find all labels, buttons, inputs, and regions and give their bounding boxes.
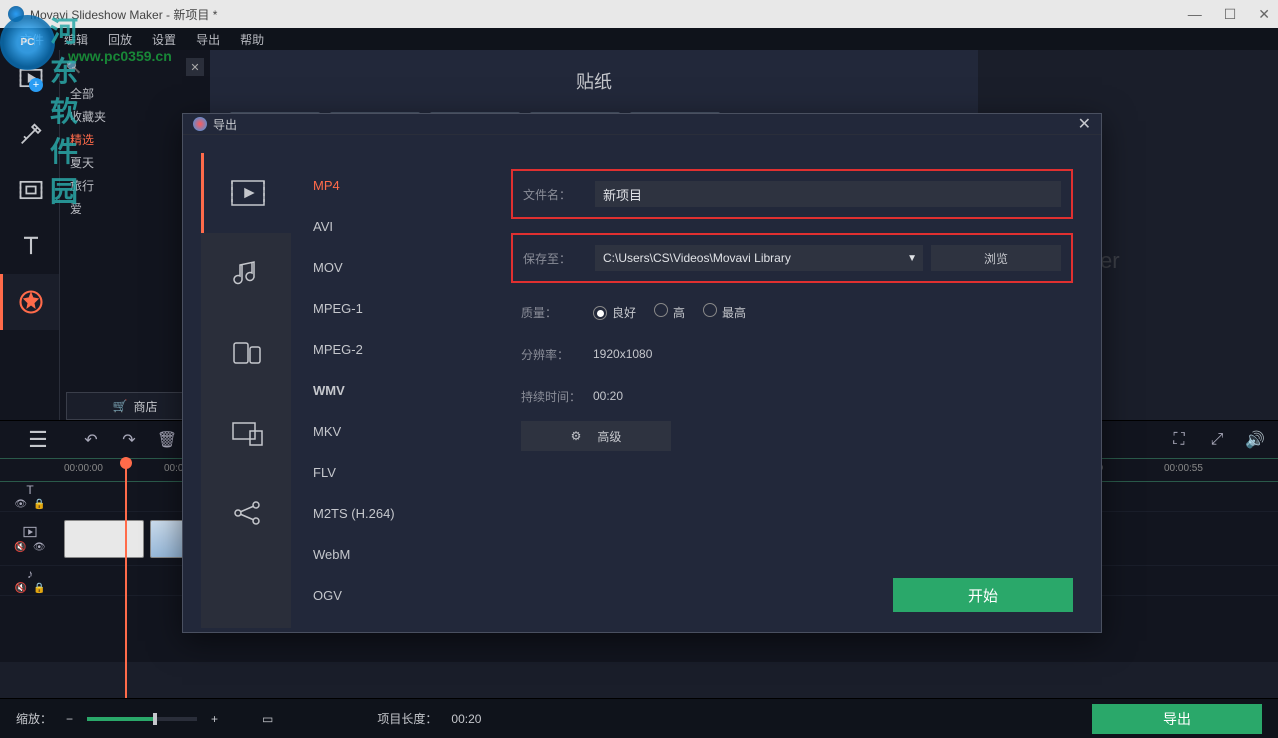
export-button[interactable]: 导出 [1092,704,1262,734]
format-wmv[interactable]: WMV [313,370,469,411]
zoom-in-button[interactable]: + [211,712,218,726]
ruler-tick: 00:00:55 [1164,463,1203,474]
format-mp4[interactable]: MP4 [313,165,469,206]
format-webm[interactable]: WebM [313,534,469,575]
mute-icon[interactable]: 🔇 [15,583,27,594]
window-title: Movavi Slideshow Maker - 新项目 * [30,6,217,23]
quality-good[interactable]: 良好 [593,304,636,321]
menu-settings[interactable]: 设置 [152,31,176,48]
chevron-down-icon: ▼ [907,253,917,264]
format-flv[interactable]: FLV [313,452,469,493]
resolution-value: 1920x1080 [593,347,652,361]
undo-button[interactable]: ↶ [76,425,106,455]
mute-icon[interactable]: 🔇 [14,542,26,553]
saveto-value: C:\Users\CS\Videos\Movavi Library [603,251,791,265]
tool-transitions[interactable] [0,162,59,218]
dialog-logo-icon [193,117,207,131]
advanced-label: 高级 [597,428,621,445]
menu-help[interactable]: 帮助 [240,31,264,48]
export-category-list [201,153,291,628]
track-head-video: 🔇👁 [0,524,60,553]
menu-file[interactable]: 文件 [20,31,44,48]
lock-icon[interactable]: 🔒 [33,499,45,510]
menu-edit[interactable]: 编辑 [64,31,88,48]
export-cat-share[interactable] [201,473,291,553]
saveto-highlight: 保存至： C:\Users\CS\Videos\Movavi Library ▼… [511,233,1073,283]
gear-icon: ⚙ [571,429,582,443]
filename-label: 文件名： [523,186,595,203]
dialog-close-button[interactable]: ✕ [1078,114,1091,134]
tool-stickers[interactable] [0,274,59,330]
ruler-tick: 00:00:00 [64,463,103,474]
browse-button[interactable]: 浏览 [931,245,1061,271]
zoom-slider[interactable] [87,717,197,721]
quality-label: 质量： [521,304,593,321]
redo-button[interactable]: ↷ [114,425,144,455]
saveto-label: 保存至： [523,250,595,267]
track-head-text: T👁🔒 [0,483,60,510]
quality-highest[interactable]: 最高 [703,303,746,321]
project-length-label: 项目长度： [377,710,437,727]
menu-export[interactable]: 导出 [196,31,220,48]
timeline-clip[interactable] [64,520,144,558]
category-all[interactable]: 全部 [66,82,204,105]
export-cat-tv[interactable] [201,393,291,473]
tool-fx[interactable] [0,106,59,162]
format-m2ts[interactable]: M2TS (H.264) [313,493,469,534]
format-avi[interactable]: AVI [313,206,469,247]
format-ogv[interactable]: OGV [313,575,469,616]
expand-button[interactable]: ⛶ [1164,425,1194,455]
menubar: 文件 编辑 回放 设置 导出 帮助 [0,28,1278,50]
shop-label: 商店 [133,398,157,415]
eye-icon[interactable]: 👁 [14,499,27,510]
dialog-title-text: 导出 [213,116,237,133]
left-toolbar: + [0,50,60,420]
start-button[interactable]: 开始 [893,578,1073,612]
format-mov[interactable]: MOV [313,247,469,288]
quality-high[interactable]: 高 [654,303,685,321]
volume-button[interactable]: 🔊 [1240,425,1270,455]
tool-media[interactable]: + [0,50,59,106]
zoom-out-button[interactable]: − [66,712,73,726]
format-mpeg2[interactable]: MPEG-2 [313,329,469,370]
list-view-icon[interactable]: ☰ [8,427,68,453]
delete-button[interactable]: 🗑 [152,425,182,455]
export-dialog: 导出 ✕ MP4 AVI MOV MPEG-1 MPEG-2 WMV MKV F… [182,113,1102,633]
window-titlebar: Movavi Slideshow Maker - 新项目 * — ☐ ✕ [0,0,1278,28]
cart-icon: 🛒 [113,399,128,413]
resolution-label: 分辨率： [521,346,593,363]
format-mpeg1[interactable]: MPEG-1 [313,288,469,329]
zoom-label: 缩放： [16,710,52,727]
duration-value: 00:20 [593,389,623,403]
export-cat-video[interactable] [201,153,291,233]
dialog-titlebar: 导出 ✕ [183,114,1101,135]
panel-title: 贴纸 [210,50,978,104]
filename-highlight: 文件名： [511,169,1073,219]
project-length-value: 00:20 [451,712,481,726]
window-maximize-button[interactable]: ☐ [1224,6,1237,23]
fit-zoom-icon[interactable]: ▭ [262,712,273,726]
export-cat-audio[interactable] [201,233,291,313]
app-logo-icon [8,6,24,22]
format-list: MP4 AVI MOV MPEG-1 MPEG-2 WMV MKV FLV M2… [291,153,491,628]
lock-icon[interactable]: 🔒 [33,583,45,594]
export-cat-devices[interactable] [201,313,291,393]
tool-text[interactable] [0,218,59,274]
saveto-select[interactable]: C:\Users\CS\Videos\Movavi Library ▼ [595,245,923,271]
playhead[interactable] [125,459,127,709]
export-form: 文件名： 保存至： C:\Users\CS\Videos\Movavi Libr… [491,153,1083,628]
duration-label: 持续时间： [521,388,593,405]
format-mkv[interactable]: MKV [313,411,469,452]
fullscreen-button[interactable]: ⤢ [1202,425,1232,455]
advanced-button[interactable]: ⚙ 高级 [521,421,671,451]
track-head-audio: ♪🔇🔒 [0,567,60,594]
menu-playback[interactable]: 回放 [108,31,132,48]
window-close-button[interactable]: ✕ [1258,6,1270,23]
search-clear-button[interactable]: ✕ [186,58,204,76]
bottom-bar: 缩放： − + ▭ 项目长度： 00:20 导出 [0,698,1278,738]
filename-input[interactable] [595,181,1061,207]
eye-icon[interactable]: 👁 [33,542,46,553]
window-minimize-button[interactable]: — [1188,6,1202,23]
search-icon[interactable]: 🔍 [66,60,86,74]
